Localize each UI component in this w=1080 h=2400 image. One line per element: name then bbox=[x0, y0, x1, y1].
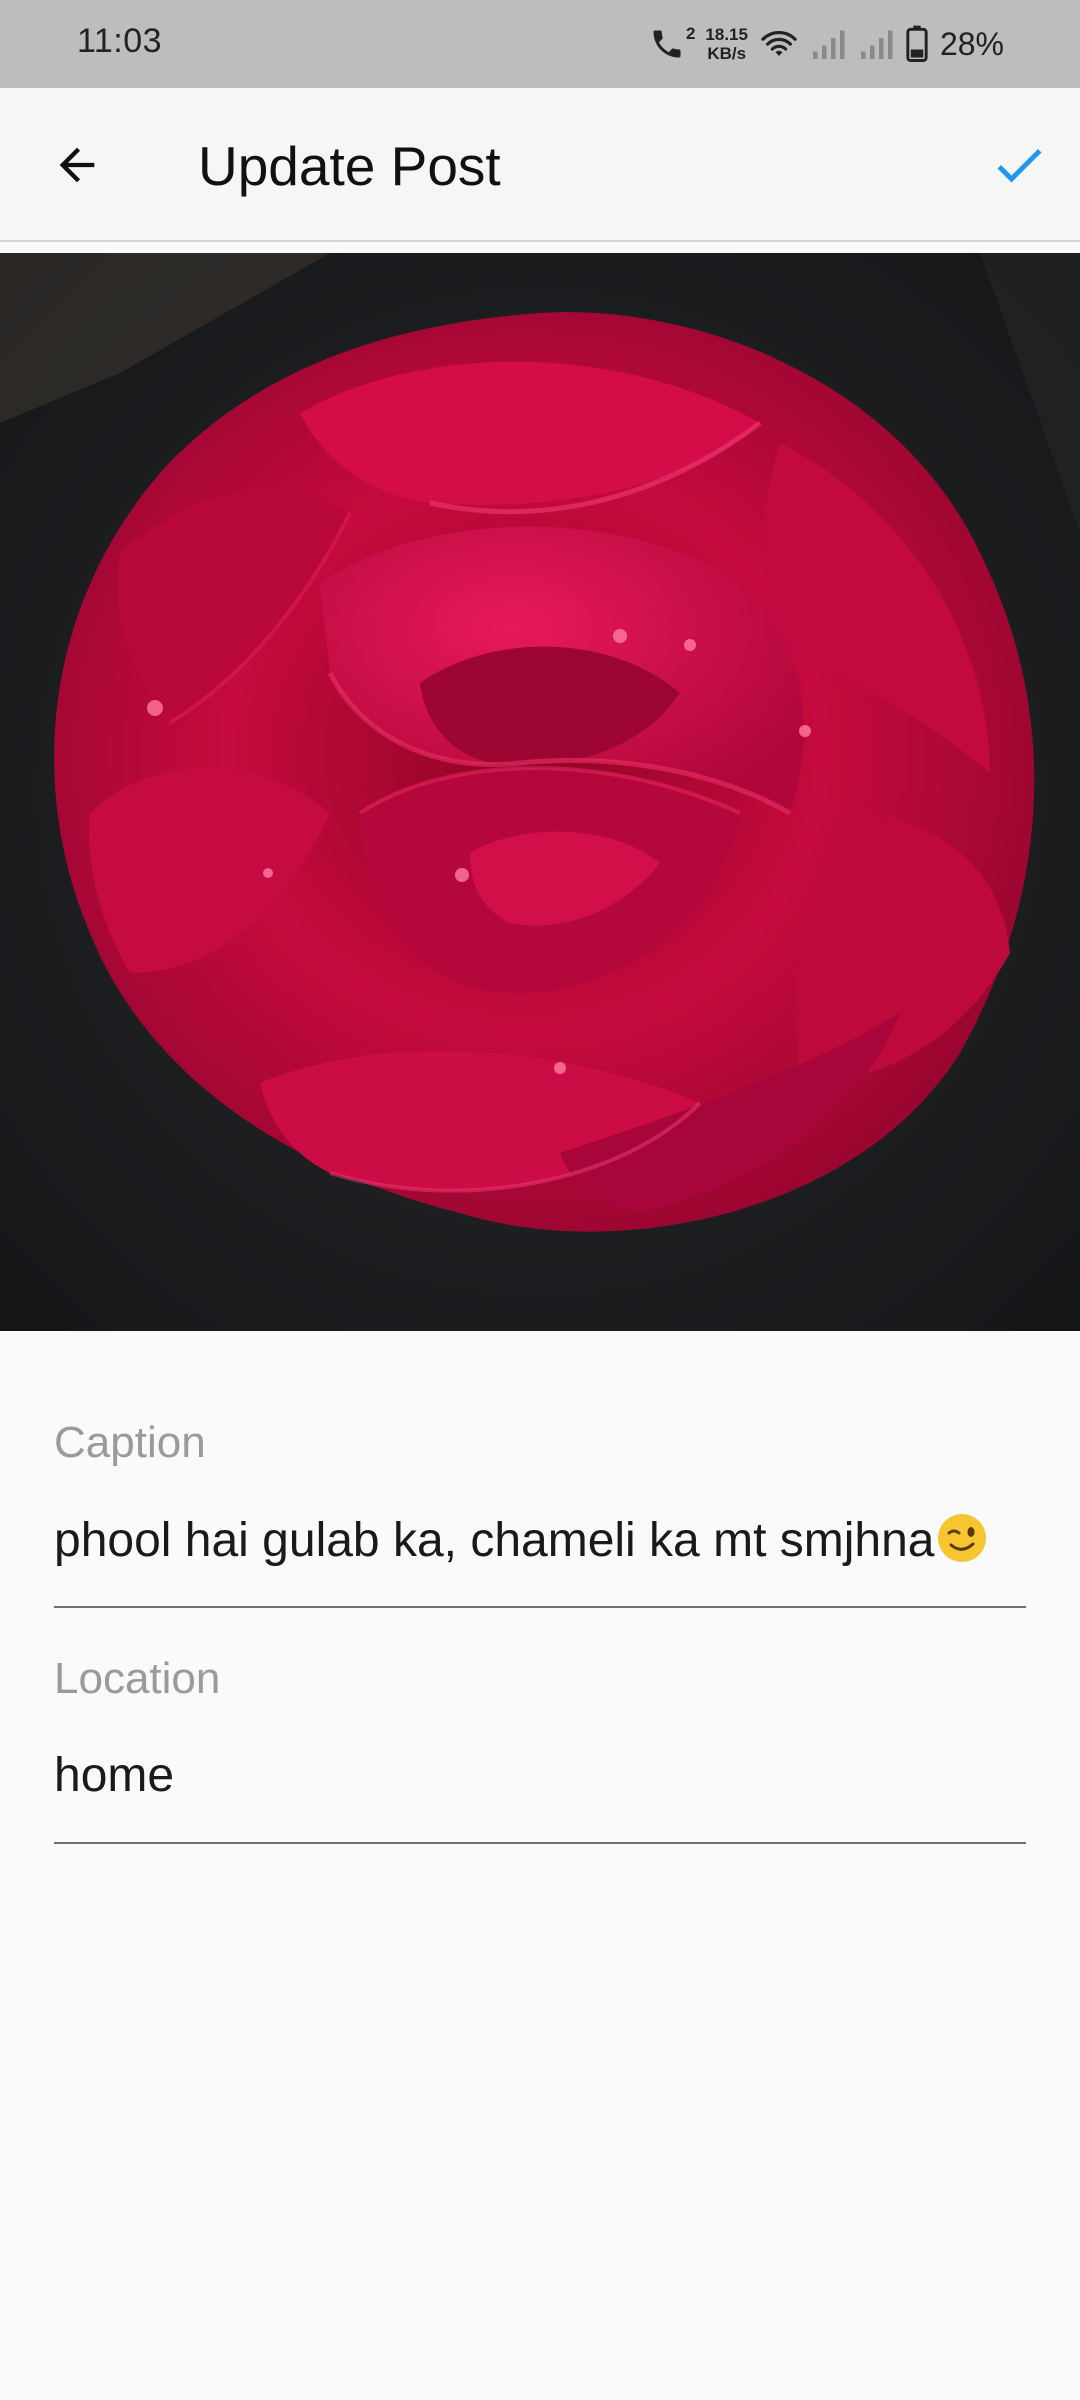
battery-icon bbox=[906, 25, 928, 63]
caption-field[interactable]: Caption phool hai gulab ka, chameli ka m… bbox=[54, 1418, 1026, 1610]
winking-face-emoji-icon bbox=[936, 1512, 988, 1564]
rose-image bbox=[0, 253, 1080, 1331]
post-image bbox=[0, 253, 1080, 1331]
location-underline bbox=[54, 1842, 1026, 1844]
status-time: 11:03 bbox=[77, 22, 163, 60]
caption-underline bbox=[54, 1606, 1026, 1608]
check-icon bbox=[997, 149, 1042, 183]
app-bar: Update Post bbox=[0, 88, 1080, 242]
net-speed: 18.15 KB/s bbox=[705, 25, 748, 63]
call-indicator: 2 bbox=[685, 24, 696, 43]
arrow-back-icon bbox=[59, 147, 95, 183]
signal-icon-sim1 bbox=[810, 27, 846, 61]
phone-call-icon: 2 bbox=[649, 24, 695, 62]
wifi-icon bbox=[760, 27, 798, 61]
save-button[interactable] bbox=[980, 126, 1058, 204]
caption-input[interactable]: phool hai gulab ka, chameli ka mt smjhna bbox=[54, 1512, 1026, 1568]
page-title: Update Post bbox=[198, 135, 501, 197]
battery-percent: 28% bbox=[939, 25, 1004, 62]
status-bar: 11:03 2 18.15 KB/s 28% bbox=[0, 0, 1080, 88]
net-speed-unit: KB/s bbox=[707, 44, 747, 63]
signal-icon-sim2 bbox=[858, 27, 894, 61]
net-speed-value: 18.15 bbox=[705, 25, 748, 44]
caption-label: Caption bbox=[54, 1418, 206, 1467]
status-icons: 2 18.15 KB/s 28% bbox=[649, 18, 1004, 70]
back-button[interactable] bbox=[38, 126, 116, 204]
location-label: Location bbox=[54, 1654, 221, 1703]
location-field[interactable]: Location home bbox=[54, 1654, 1026, 1846]
caption-text: phool hai gulab ka, chameli ka mt smjhna bbox=[54, 1514, 935, 1567]
location-input[interactable]: home bbox=[54, 1748, 1026, 1803]
